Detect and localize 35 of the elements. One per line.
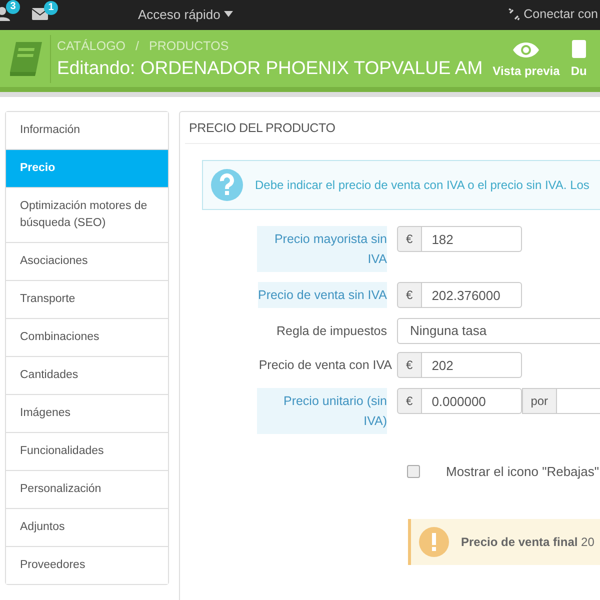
unit-addon: por	[522, 388, 558, 414]
price-field[interactable]: 202	[422, 352, 522, 378]
price-field[interactable]: 202.376000	[422, 282, 522, 308]
currency-addon: €	[397, 226, 422, 252]
count-badge: 1	[44, 1, 58, 15]
unit-field[interactable]	[557, 388, 600, 414]
field-label: Precio mayorista sin IVA	[257, 226, 387, 272]
currency-addon: €	[397, 352, 422, 378]
count-badge: 3	[6, 0, 20, 14]
panel-title: PRECIO DEL PRODUCTO	[185, 112, 600, 144]
page-title: Editando: ORDENADOR PHOENIX TOPVALUE AM	[57, 56, 483, 78]
currency-addon: €	[397, 388, 422, 414]
currency-addon: €	[397, 282, 422, 308]
field-label: Precio de venta con IVA	[258, 357, 392, 374]
field-label: Regla de impuestos	[276, 323, 387, 340]
checkbox-label: Mostrar el icono "Rebajas"	[446, 464, 600, 479]
tax-rule-select[interactable]: Ninguna tasa	[397, 318, 600, 344]
mail-icon[interactable]	[32, 8, 48, 20]
field-label: Precio unitario (sin IVA)	[257, 388, 387, 434]
warning-icon	[419, 527, 449, 557]
price-field[interactable]: 182	[422, 226, 522, 252]
quick-access-menu[interactable]: Acceso rápido	[138, 6, 234, 22]
help-icon	[211, 169, 243, 201]
sidebar-item[interactable]: Proveedores	[6, 546, 168, 584]
field-label: Precio de venta sin IVA	[258, 282, 387, 308]
checkbox[interactable]	[407, 465, 420, 478]
breadcrumb-separator: /	[136, 38, 140, 52]
final-price-text: Precio de venta final 20	[461, 535, 594, 549]
caret-icon	[224, 11, 234, 17]
book-icon	[8, 40, 44, 78]
price-field[interactable]: 0.000000	[422, 388, 522, 414]
info-text: Debe indicar el precio de venta con IVA o el precio sin IVA. Los	[255, 178, 590, 192]
connect-link[interactable]: Conectar con	[508, 7, 598, 21]
unlink-icon	[508, 8, 520, 20]
eye-icon	[512, 40, 540, 60]
